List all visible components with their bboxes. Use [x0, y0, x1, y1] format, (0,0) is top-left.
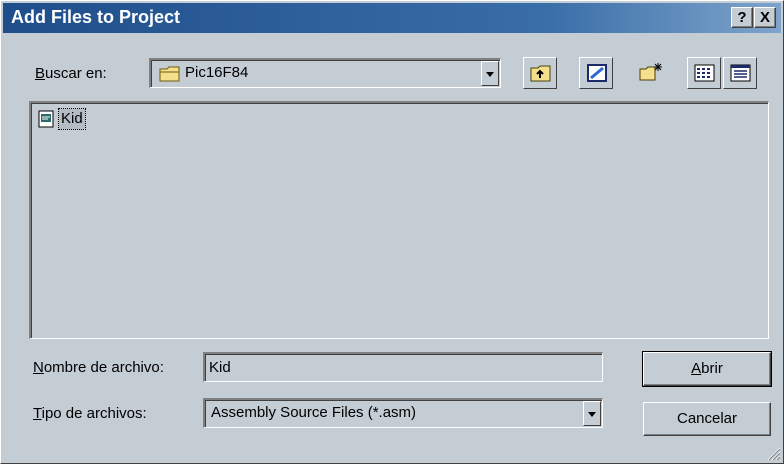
up-one-level-button[interactable] [523, 57, 557, 89]
new-folder-button[interactable] [633, 57, 667, 89]
close-button[interactable]: X [754, 7, 776, 28]
look-in-label: Buscar en: [35, 65, 107, 82]
look-in-combo[interactable]: Pic16F84 [149, 58, 501, 88]
list-view-icon [694, 64, 715, 82]
file-list[interactable]: Kid [29, 101, 769, 339]
look-in-dropdown-button[interactable] [481, 61, 499, 86]
filetype-value: Assembly Source Files (*.asm) [211, 404, 417, 421]
open-button[interactable]: Abrir [642, 351, 772, 387]
dialog-title: Add Files to Project [11, 7, 181, 27]
chevron-down-icon [588, 411, 596, 417]
title-bar[interactable]: Add Files to Project ? X [3, 3, 781, 33]
desktop-icon [587, 64, 607, 82]
resize-grip-icon[interactable] [765, 445, 781, 461]
folder-icon [159, 66, 180, 82]
filename-label: Nombre de archivo: [33, 359, 164, 376]
cancel-button[interactable]: Cancelar [643, 402, 771, 436]
up-one-level-icon [530, 65, 551, 82]
help-button[interactable]: ? [731, 7, 753, 28]
filetype-label: Tipo de archivos: [33, 405, 147, 422]
chevron-down-icon [486, 71, 494, 77]
filetype-combo[interactable]: Assembly Source Files (*.asm) [203, 398, 603, 428]
source-file-icon [38, 110, 54, 128]
filetype-dropdown-button[interactable] [583, 401, 601, 426]
add-files-dialog: Add Files to Project ? X Buscar en: Pic1… [0, 0, 784, 464]
details-view-icon [730, 64, 751, 82]
details-view-button[interactable] [723, 57, 757, 89]
list-view-button[interactable] [687, 57, 721, 89]
file-name: Kid [58, 108, 86, 130]
look-in-value: Pic16F84 [185, 64, 249, 81]
new-folder-icon [639, 63, 662, 81]
desktop-button[interactable] [579, 57, 613, 89]
filename-field[interactable] [203, 352, 603, 382]
